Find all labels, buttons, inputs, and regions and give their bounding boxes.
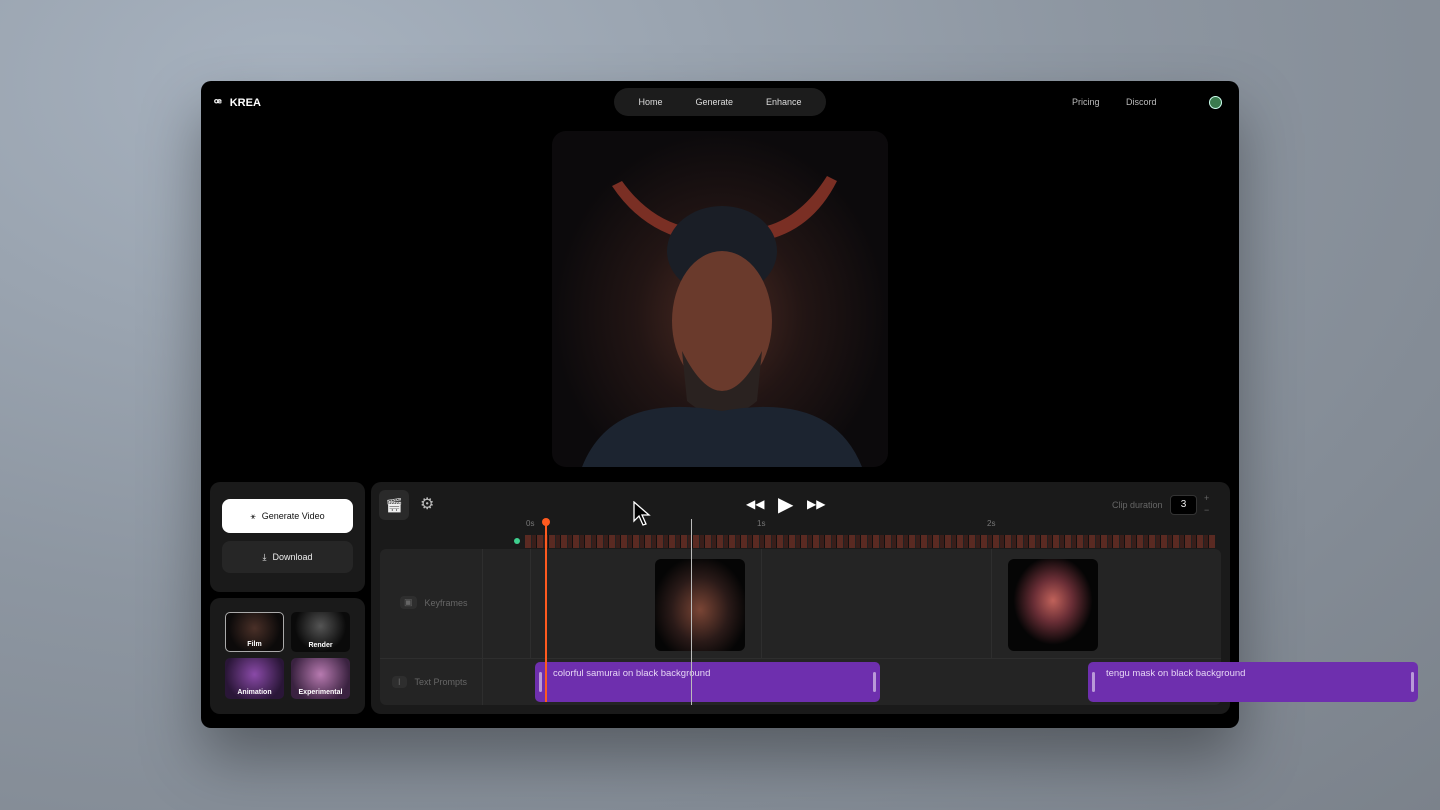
clip-duration-input[interactable]: 3 [1170, 495, 1197, 515]
clip-duration-label: Clip duration [1112, 500, 1163, 510]
decrement-button[interactable]: − [1204, 505, 1209, 515]
mouse-cursor-icon [633, 501, 651, 526]
keyframe-samurai[interactable] [655, 559, 745, 651]
download-button[interactable]: ⤓ Download [222, 541, 353, 573]
nav-generate[interactable]: Generate [695, 97, 733, 107]
style-animation[interactable]: Animation [225, 658, 284, 699]
nav-home[interactable]: Home [638, 97, 662, 107]
settings-gear-icon[interactable]: ⚙ [420, 494, 434, 514]
download-icon: ⤓ [262, 551, 267, 562]
hover-line [691, 519, 692, 705]
keyframe-tengu-mask[interactable] [1008, 559, 1098, 651]
nav-discord[interactable]: Discord [1126, 97, 1157, 107]
start-marker [514, 538, 520, 544]
avatar[interactable] [1209, 96, 1222, 109]
prompt-clip-2[interactable]: tengu mask on black background [1088, 662, 1418, 702]
generate-video-button[interactable]: ⚹ Generate Video [222, 499, 353, 533]
main-nav: Home Generate Enhance [614, 88, 826, 116]
nav-enhance[interactable]: Enhance [766, 97, 802, 107]
style-render[interactable]: Render [291, 612, 350, 652]
text-cursor-icon: I [392, 676, 407, 688]
tick-2s: 2s [987, 519, 996, 528]
playhead[interactable] [545, 522, 547, 702]
style-experimental[interactable]: Experimental [291, 658, 350, 699]
krea-logo-icon: ꟹ [214, 96, 222, 110]
generate-panel: ⚹ Generate Video ⤓ Download [210, 482, 365, 592]
frame-filmstrip[interactable] [525, 535, 1215, 548]
logo[interactable]: ꟹ KREA [214, 96, 261, 110]
prompt-clip-1[interactable]: colorful samurai on black background [535, 662, 880, 702]
tick-1s: 1s [757, 519, 766, 528]
magic-wand-icon: ⚹ [250, 510, 256, 521]
image-icon: ▣ [400, 596, 417, 609]
keyframes-track-label: ▣ Keyframes [400, 596, 468, 609]
text-prompts-track-label: I Text Prompts [392, 676, 467, 688]
rewind-icon[interactable]: ◀◀ [746, 497, 764, 511]
fast-forward-icon[interactable]: ▶▶ [807, 497, 825, 511]
playhead-handle[interactable] [542, 518, 550, 526]
style-film[interactable]: Film [225, 612, 284, 652]
nav-pricing[interactable]: Pricing [1072, 97, 1100, 107]
tick-0s: 0s [526, 519, 535, 528]
app-window: ꟹ KREA Home Generate Enhance Pricing Disc… [201, 81, 1418, 728]
samurai-image [582, 176, 862, 467]
tracks-area: ▣ Keyframes I Text Prompts colorful samura… [380, 549, 1418, 705]
video-preview [552, 131, 888, 467]
clapperboard-icon[interactable]: 🎬︎ [379, 490, 409, 520]
increment-button[interactable]: + [1204, 493, 1209, 503]
style-panel: Film Render Animation Experimental [210, 598, 365, 714]
play-icon[interactable]: ▶ [778, 492, 793, 517]
